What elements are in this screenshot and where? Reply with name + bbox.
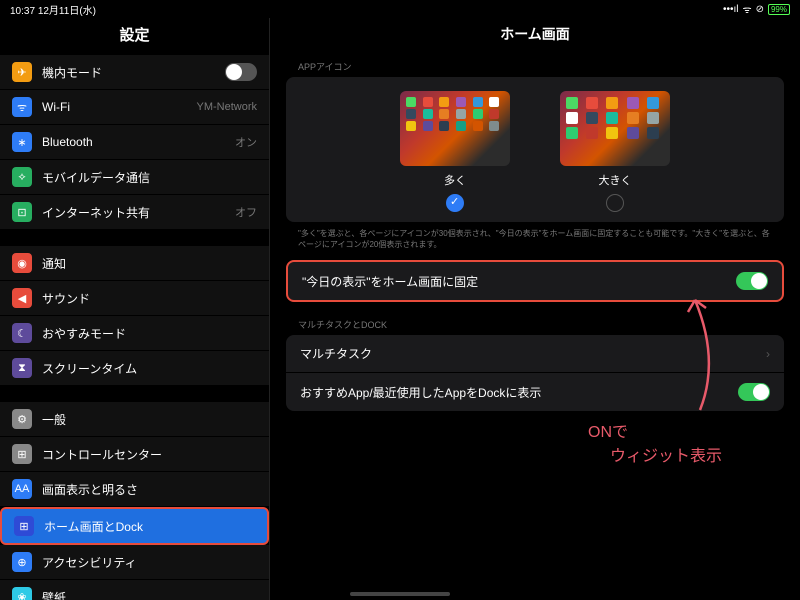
item-icon: ◉: [12, 253, 32, 273]
item-label: 画面表示と明るさ: [42, 481, 257, 498]
item-icon: ❀: [12, 587, 32, 600]
item-label: Wi-Fi: [42, 100, 186, 114]
item-label: おやすみモード: [42, 325, 257, 342]
preview-more: [400, 91, 510, 166]
item-label: 通知: [42, 255, 257, 272]
date-label: 12月11日(水): [38, 6, 96, 17]
main-panel: ホーム画面 APPアイコン 多く 大きく "多く"を選ぶと、各ページにアイコンが…: [270, 18, 800, 600]
status-bar: 10:37 12月11日(水) •••ıl ᯤ ⊘ 99%: [0, 0, 800, 18]
today-view-card: "今日の表示"をホーム画面に固定: [286, 260, 784, 302]
sidebar-item[interactable]: ∗ Bluetooth オン: [0, 125, 269, 160]
item-icon: ⊡: [12, 202, 32, 222]
item-icon: ⚙: [12, 409, 32, 429]
hint-text: "多く"を選ぶと、各ページにアイコンが30個表示され、"今日の表示"をホーム画面…: [286, 222, 784, 260]
settings-sidebar: 設定 ✈ 機内モード ᯤ Wi-Fi YM-Network ∗ Bluetooth オン ⟡ モバ…: [0, 18, 270, 600]
sidebar-item[interactable]: ⧗ スクリーンタイム: [0, 351, 269, 386]
item-label: 一般: [42, 411, 257, 428]
item-icon: ⧗: [12, 358, 32, 378]
suggested-apps-toggle[interactable]: [738, 383, 770, 401]
home-indicator[interactable]: [350, 592, 450, 596]
radio-more[interactable]: [446, 194, 464, 212]
item-icon: ⊞: [14, 516, 34, 536]
item-icon: ◀: [12, 288, 32, 308]
battery-indicator: 99%: [768, 4, 790, 15]
today-view-toggle[interactable]: [736, 272, 768, 290]
sidebar-item[interactable]: ⚙ 一般: [0, 402, 269, 437]
section-multitask: マルチタスクとDOCK: [286, 316, 784, 335]
sidebar-item[interactable]: AA 画面表示と明るさ: [0, 472, 269, 507]
item-label: スクリーンタイム: [42, 360, 257, 377]
sidebar-item[interactable]: ✈ 機内モード: [0, 55, 269, 90]
sidebar-item[interactable]: ⊕ アクセシビリティ: [0, 545, 269, 580]
item-label: コントロールセンター: [42, 446, 257, 463]
item-icon: ∗: [12, 132, 32, 152]
item-label: ホーム画面とDock: [44, 518, 255, 535]
multitask-row[interactable]: マルチタスク ›: [286, 335, 784, 373]
sidebar-item[interactable]: ◉ 通知: [0, 246, 269, 281]
sidebar-item[interactable]: ⊞ ホーム画面とDock: [0, 507, 269, 545]
item-icon: AA: [12, 479, 32, 499]
signal-icon: •••ıl: [723, 4, 739, 15]
sidebar-item[interactable]: ⟡ モバイルデータ通信: [0, 160, 269, 195]
sidebar-item[interactable]: ⊞ コントロールセンター: [0, 437, 269, 472]
today-view-row[interactable]: "今日の表示"をホーム画面に固定: [288, 262, 782, 300]
item-trail: オン: [235, 134, 257, 150]
item-icon: ⊞: [12, 444, 32, 464]
item-label: モバイルデータ通信: [42, 169, 257, 186]
chevron-right-icon: ›: [766, 347, 770, 361]
multitask-card: マルチタスク › おすすめApp/最近使用したAppをDockに表示: [286, 335, 784, 411]
section-app-icons: APPアイコン: [286, 58, 784, 77]
suggested-apps-row[interactable]: おすすめApp/最近使用したAppをDockに表示: [286, 373, 784, 411]
airplane-toggle[interactable]: [225, 63, 257, 81]
wifi-icon: ᯤ: [742, 2, 751, 16]
page-title: ホーム画面: [286, 18, 784, 58]
time-label: 10:37: [10, 6, 35, 17]
option-bigger[interactable]: 大きく: [560, 91, 670, 212]
item-icon: ✈: [12, 62, 32, 82]
option-more[interactable]: 多く: [400, 91, 510, 212]
item-label: サウンド: [42, 290, 257, 307]
sidebar-item[interactable]: ⊡ インターネット共有オフ: [0, 195, 269, 230]
item-trail: YM-Network: [196, 101, 257, 113]
sidebar-item[interactable]: ◀ サウンド: [0, 281, 269, 316]
preview-bigger: [560, 91, 670, 166]
item-icon: ᯤ: [12, 97, 32, 117]
radio-bigger[interactable]: [606, 194, 624, 212]
sidebar-title: 設定: [0, 18, 269, 55]
item-label: インターネット共有: [42, 204, 225, 221]
sidebar-item[interactable]: ᯤ Wi-Fi YM-Network: [0, 90, 269, 125]
orientation-lock-icon: ⊘: [756, 4, 764, 15]
item-label: アクセシビリティ: [42, 554, 257, 571]
sidebar-item[interactable]: ❀ 壁紙: [0, 580, 269, 600]
item-trail: オフ: [235, 204, 257, 220]
item-icon: ⊕: [12, 552, 32, 572]
app-icon-options: 多く 大きく: [286, 77, 784, 222]
sidebar-item[interactable]: ☾ おやすみモード: [0, 316, 269, 351]
item-icon: ☾: [12, 323, 32, 343]
item-icon: ⟡: [12, 167, 32, 187]
item-label: 壁紙: [42, 589, 257, 600]
item-label: Bluetooth: [42, 135, 225, 149]
item-label: 機内モード: [42, 64, 215, 81]
